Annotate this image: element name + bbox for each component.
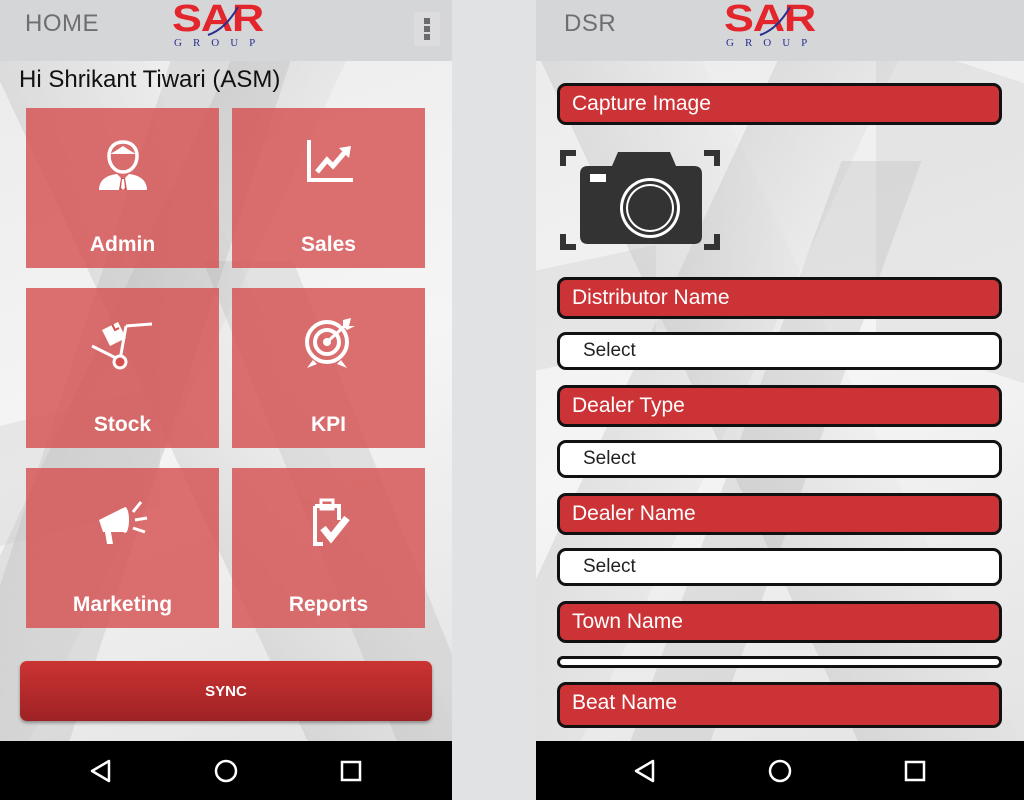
- logo-swoosh-icon: [207, 6, 239, 36]
- town-name-input[interactable]: [557, 656, 1002, 668]
- screen-title: DSR: [564, 10, 617, 37]
- camera-icon[interactable]: [558, 148, 722, 252]
- user-tie-icon: [98, 140, 147, 190]
- recents-icon[interactable]: [338, 758, 364, 784]
- tile-stock[interactable]: Stock: [26, 288, 219, 448]
- sar-group-logo: SAR GROUP: [722, 0, 832, 51]
- overflow-menu-button[interactable]: [414, 12, 440, 46]
- screen-title: HOME: [25, 10, 99, 37]
- distributor-name-select[interactable]: Select: [557, 332, 1002, 370]
- logo-swoosh-icon: [759, 6, 791, 36]
- tile-kpi[interactable]: KPI: [232, 288, 425, 448]
- recents-icon[interactable]: [902, 758, 928, 784]
- tile-admin[interactable]: Admin: [26, 108, 219, 268]
- tile-label: Sales: [301, 233, 356, 256]
- tile-reports[interactable]: Reports: [232, 468, 425, 628]
- tile-sales[interactable]: Sales: [232, 108, 425, 268]
- home-icon[interactable]: [213, 758, 239, 784]
- android-navigation-bar: [0, 741, 452, 800]
- tile-marketing[interactable]: Marketing: [26, 468, 219, 628]
- greeting-text: Hi Shrikant Tiwari (ASM): [19, 66, 281, 93]
- sync-button[interactable]: SYNC: [20, 661, 432, 721]
- beat-name-label: Beat Name: [557, 682, 1002, 728]
- distributor-name-label: Distributor Name: [557, 277, 1002, 319]
- home-icon[interactable]: [767, 758, 793, 784]
- clipboard-check-icon: [312, 498, 350, 546]
- app-bar: HOME SAR GROUP: [0, 0, 452, 61]
- more-vert-icon: [424, 18, 430, 24]
- logo-subtitle: GROUP: [726, 37, 819, 49]
- capture-image-label: Capture Image: [557, 83, 1002, 125]
- home-screen: HOME SAR GROUP Hi Shrikant Tiwari (ASM): [0, 0, 452, 800]
- dealer-type-select[interactable]: Select: [557, 440, 1002, 478]
- dealer-name-label: Dealer Name: [557, 493, 1002, 535]
- tile-label: Marketing: [72, 593, 173, 616]
- tile-label: Reports: [288, 593, 369, 616]
- dealer-type-label: Dealer Type: [557, 385, 1002, 427]
- town-name-label: Town Name: [557, 601, 1002, 643]
- back-icon[interactable]: [88, 758, 114, 784]
- logo-subtitle: GROUP: [174, 37, 267, 49]
- megaphone-icon: [98, 501, 147, 544]
- target-arrow-icon: [304, 318, 355, 368]
- android-navigation-bar: [536, 741, 1024, 800]
- back-icon[interactable]: [632, 758, 658, 784]
- dsr-screen: DSR SAR GROUP Capture Image Distributor …: [536, 0, 1024, 800]
- dealer-name-select[interactable]: Select: [557, 548, 1002, 586]
- screenshot-composite: HOME SAR GROUP Hi Shrikant Tiwari (ASM): [0, 0, 1024, 800]
- tile-label: Stock: [93, 413, 152, 436]
- tile-label: Admin: [89, 233, 156, 256]
- tile-label: KPI: [310, 413, 346, 436]
- app-bar: DSR SAR GROUP: [536, 0, 1024, 61]
- hand-truck-box-icon: [90, 322, 152, 370]
- trending-up-chart-icon: [306, 140, 353, 182]
- sar-group-logo: SAR GROUP: [170, 0, 280, 51]
